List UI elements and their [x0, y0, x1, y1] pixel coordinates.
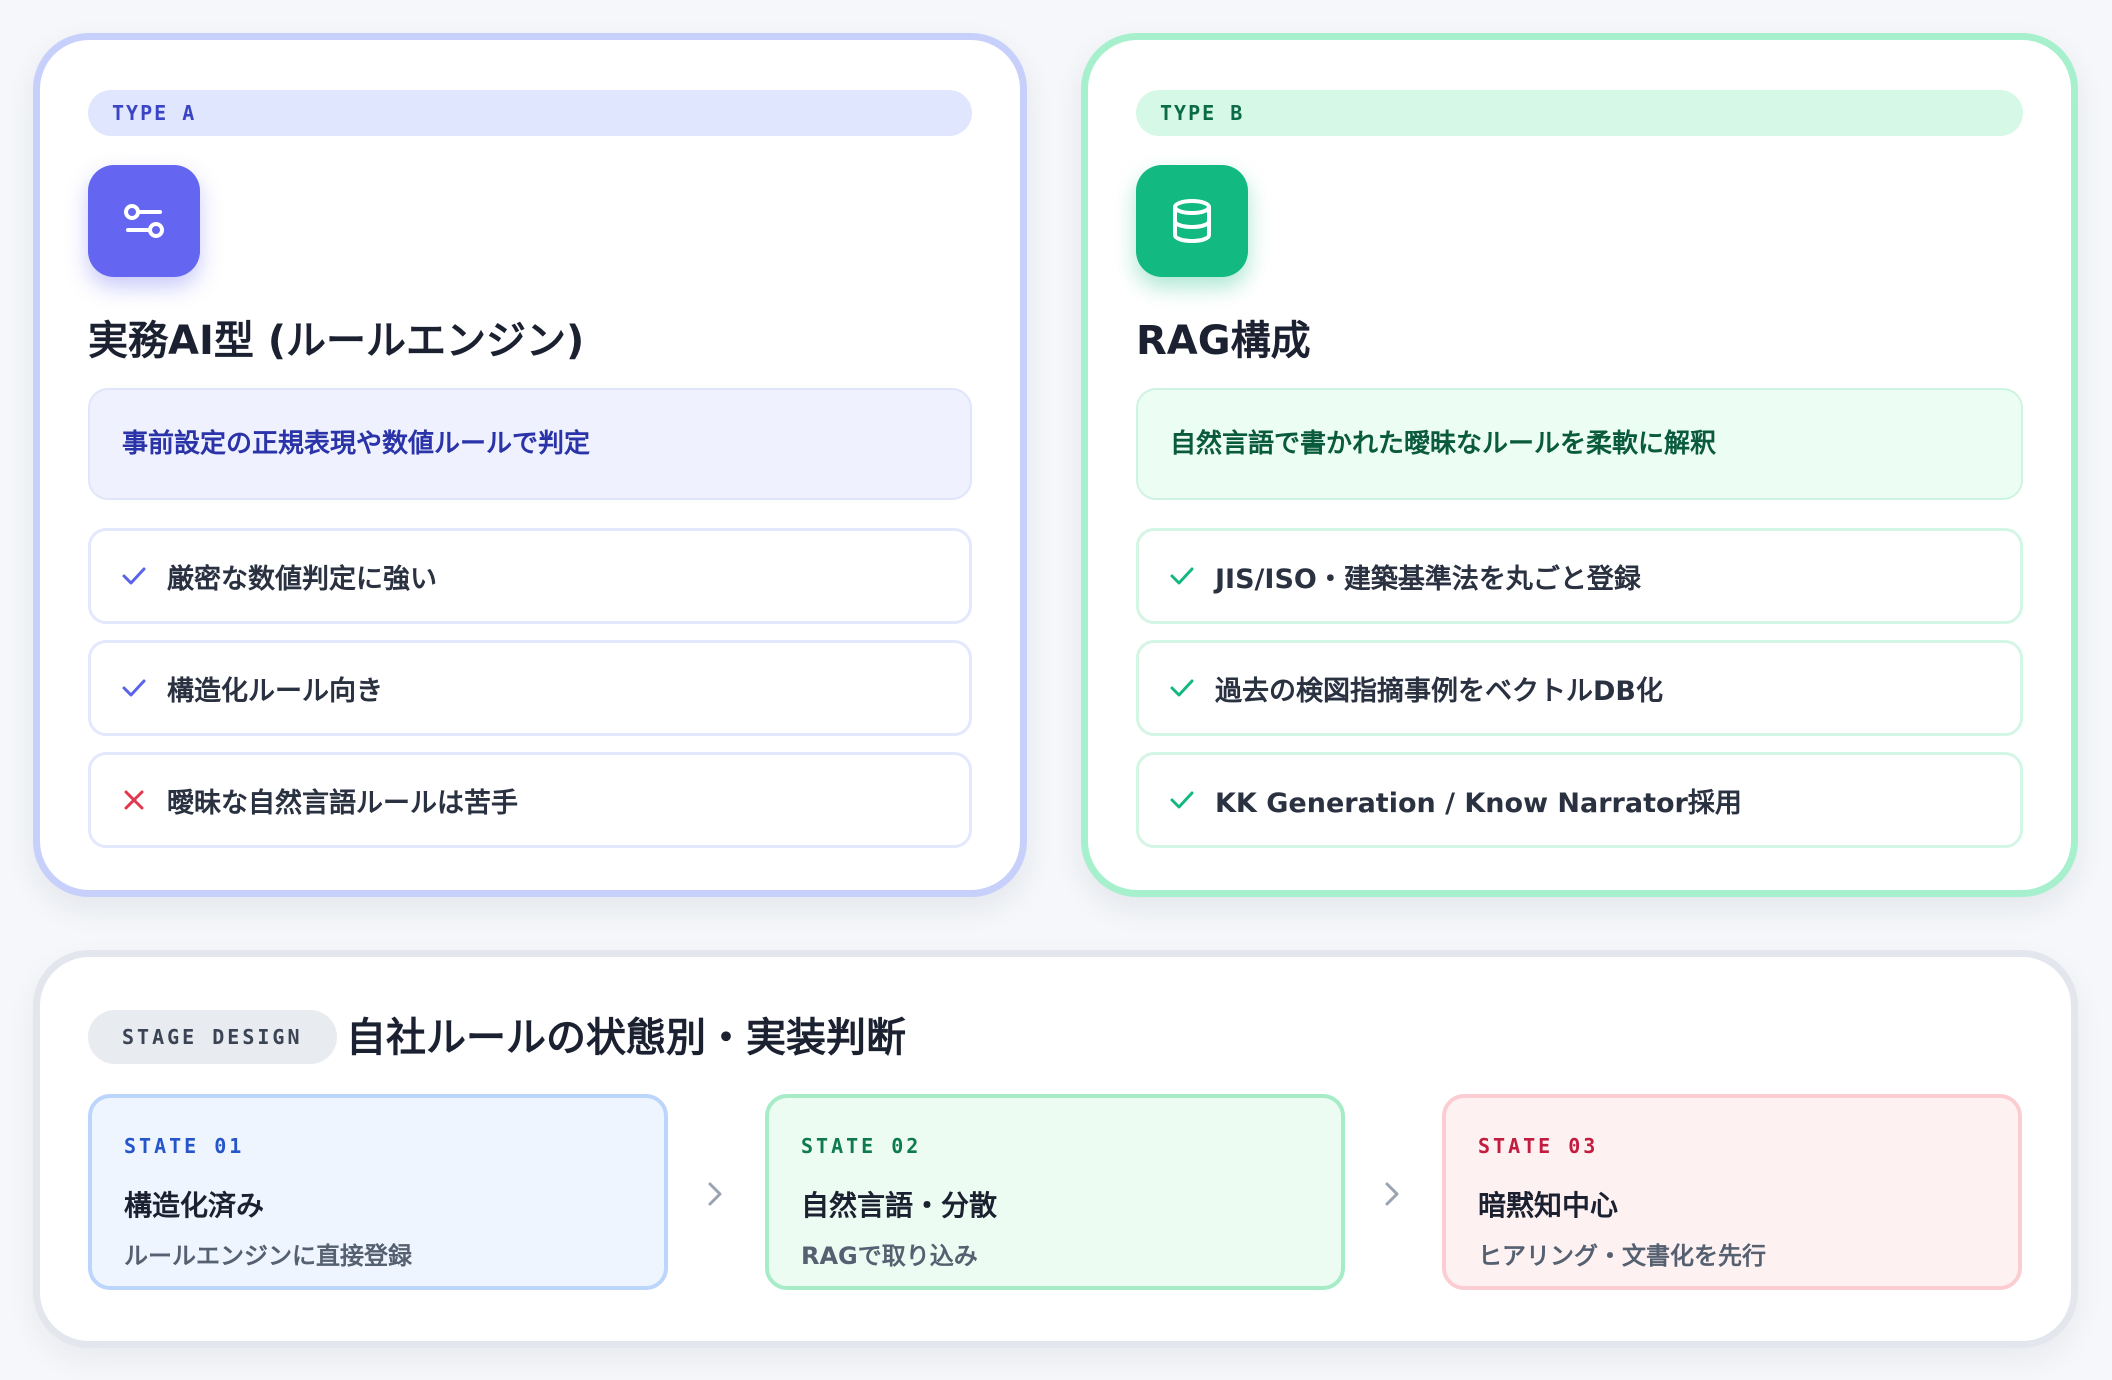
- chevron-right-icon: [1377, 1179, 1407, 1209]
- state-label: STATE 03: [1478, 1134, 1599, 1158]
- type-b-item: 過去の検図指摘事例をベクトルDB化: [1136, 640, 2023, 736]
- check-icon: [119, 673, 149, 703]
- type-b-item: KK Generation / Know Narrator採用: [1136, 752, 2023, 848]
- type-b-card: TYPE B RAG構成 自然言語で書かれた曖昧なルールを柔軟に解釈 JIS/I…: [1081, 33, 2078, 897]
- state-subtitle: ヒアリング・文書化を先行: [1478, 1242, 1766, 1270]
- cross-icon: [119, 785, 149, 815]
- state-card-01: STATE 01 構造化済み ルールエンジンに直接登録: [88, 1094, 668, 1290]
- stage-design-chip: STAGE DESIGN: [88, 1010, 337, 1064]
- type-a-description: 事前設定の正規表現や数値ルールで判定: [88, 388, 972, 500]
- type-b-description: 自然言語で書かれた曖昧なルールを柔軟に解釈: [1136, 388, 2023, 500]
- type-b-item-text: JIS/ISO・建築基準法を丸ごと登録: [1215, 563, 1641, 595]
- state-title: 構造化済み: [124, 1189, 265, 1222]
- state-title: 自然言語・分散: [801, 1189, 998, 1222]
- database-icon: [1136, 165, 1248, 277]
- type-b-tag: TYPE B: [1136, 90, 2023, 136]
- type-b-item: JIS/ISO・建築基準法を丸ごと登録: [1136, 528, 2023, 624]
- type-a-item-text: 曖昧な自然言語ルールは苦手: [167, 787, 518, 819]
- stage-design-panel: STAGE DESIGN 自社ルールの状態別・実装判断 STATE 01 構造化…: [33, 950, 2078, 1348]
- state-label: STATE 02: [801, 1134, 922, 1158]
- type-a-item-text: 厳密な数値判定に強い: [167, 563, 437, 595]
- type-a-card: TYPE A 実務AI型 (ルールエンジン) 事前設定の正規表現や数値ルールで判…: [33, 33, 1027, 897]
- type-a-tag: TYPE A: [88, 90, 972, 136]
- type-a-item-text: 構造化ルール向き: [167, 675, 383, 707]
- chevron-right-icon: [700, 1179, 730, 1209]
- state-title: 暗黙知中心: [1478, 1189, 1619, 1222]
- sliders-icon: [88, 165, 200, 277]
- state-card-02: STATE 02 自然言語・分散 RAGで取り込み: [765, 1094, 1345, 1290]
- type-a-item: 厳密な数値判定に強い: [88, 528, 972, 624]
- type-a-title: 実務AI型 (ルールエンジン): [88, 318, 585, 364]
- check-icon: [1167, 673, 1197, 703]
- type-b-title: RAG構成: [1136, 318, 1311, 364]
- type-a-item: 曖昧な自然言語ルールは苦手: [88, 752, 972, 848]
- state-subtitle: RAGで取り込み: [801, 1242, 978, 1270]
- state-label: STATE 01: [124, 1134, 245, 1158]
- type-b-item-text: KK Generation / Know Narrator採用: [1215, 787, 1742, 819]
- type-b-item-text: 過去の検図指摘事例をベクトルDB化: [1215, 675, 1663, 707]
- state-subtitle: ルールエンジンに直接登録: [124, 1242, 412, 1270]
- stage-design-title: 自社ルールの状態別・実装判断: [346, 1015, 906, 1061]
- type-a-item: 構造化ルール向き: [88, 640, 972, 736]
- check-icon: [1167, 561, 1197, 591]
- check-icon: [119, 561, 149, 591]
- check-icon: [1167, 785, 1197, 815]
- state-card-03: STATE 03 暗黙知中心 ヒアリング・文書化を先行: [1442, 1094, 2022, 1290]
